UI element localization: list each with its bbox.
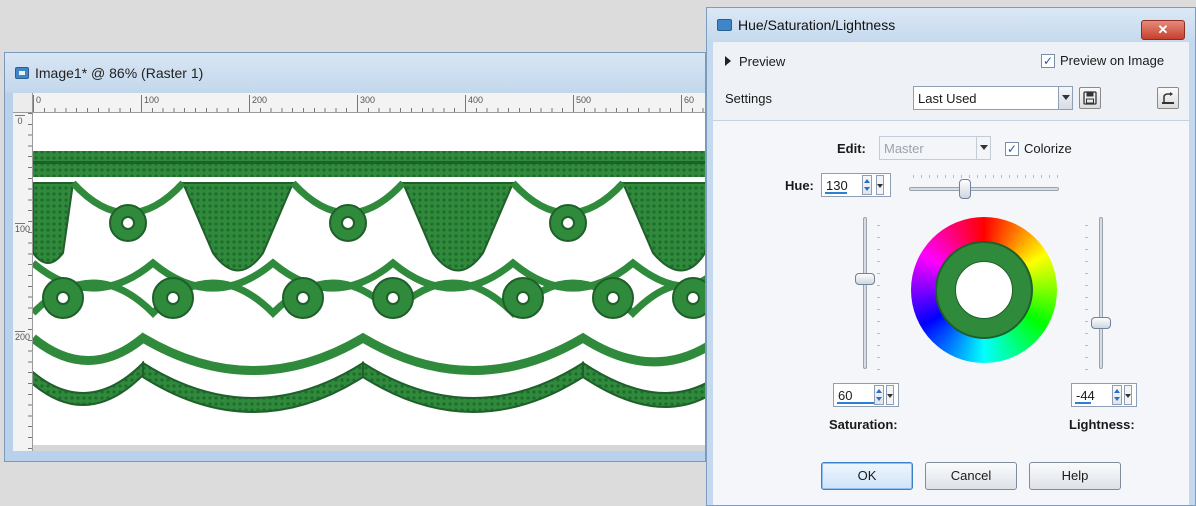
lightness-value[interactable]: -44 bbox=[1076, 388, 1095, 403]
ok-button[interactable]: OK bbox=[821, 462, 913, 490]
lightness-slider-ticks bbox=[1085, 225, 1088, 375]
ruler-h-label: 300 bbox=[357, 95, 375, 112]
value-underline bbox=[837, 402, 875, 404]
save-preset-button[interactable] bbox=[1079, 87, 1101, 109]
hue-saturation-lightness-dialog[interactable]: Hue/Saturation/Lightness ✕ Preview ✓ Pre… bbox=[706, 7, 1196, 506]
ruler-h-label: 0 bbox=[33, 95, 41, 112]
image-window-titlebar[interactable]: Image1* @ 86% (Raster 1) bbox=[5, 53, 705, 93]
image-window[interactable]: Image1* @ 86% (Raster 1) 0 100 200 300 4… bbox=[4, 52, 706, 462]
saturation-spinbox[interactable]: 60 bbox=[833, 383, 899, 407]
value-underline bbox=[825, 192, 847, 194]
ruler-h-label: 200 bbox=[249, 95, 267, 112]
lightness-label: Lightness: bbox=[1069, 417, 1135, 432]
saturation-slider-thumb[interactable] bbox=[855, 273, 875, 285]
ruler-v-label: 200 bbox=[15, 331, 31, 342]
edit-value: Master bbox=[884, 140, 924, 156]
settings-dropdown[interactable]: Last Used bbox=[913, 86, 1073, 110]
preview-on-image-checkbox[interactable]: ✓ Preview on Image bbox=[1041, 53, 1164, 68]
edit-label: Edit: bbox=[837, 141, 866, 156]
saturation-slider-ticks bbox=[877, 225, 880, 375]
reset-icon bbox=[1162, 92, 1174, 104]
hue-slider-track[interactable] bbox=[909, 187, 1059, 191]
color-wheel-selected-ring bbox=[935, 241, 1033, 339]
chevron-down-icon bbox=[976, 137, 990, 159]
preview-row: Preview ✓ Preview on Image bbox=[713, 42, 1189, 80]
image-window-bottom-bar bbox=[33, 445, 705, 451]
lightness-slider-track[interactable] bbox=[1099, 217, 1103, 369]
dialog-titlebar[interactable]: Hue/Saturation/Lightness bbox=[707, 8, 1195, 42]
help-button[interactable]: Help bbox=[1029, 462, 1121, 490]
vertical-ruler: 0 100 200 bbox=[13, 113, 33, 451]
edit-dropdown[interactable]: Master bbox=[879, 136, 991, 160]
image-canvas[interactable] bbox=[33, 113, 705, 445]
color-wheel-center bbox=[955, 261, 1013, 319]
settings-label: Settings bbox=[725, 90, 772, 106]
horizontal-ruler: 0 100 200 300 400 500 60 bbox=[33, 93, 705, 113]
colorize-label: Colorize bbox=[1024, 141, 1072, 156]
preview-label: Preview bbox=[739, 53, 786, 69]
preview-on-image-label: Preview on Image bbox=[1060, 53, 1165, 68]
checkbox-checked-icon: ✓ bbox=[1005, 141, 1019, 156]
ruler-v-label: 0 bbox=[15, 115, 25, 126]
hue-slider-thumb[interactable] bbox=[959, 179, 971, 199]
hue-label: Hue: bbox=[785, 178, 814, 193]
value-underline bbox=[1075, 402, 1091, 404]
saturation-label: Saturation: bbox=[829, 417, 898, 432]
hue-stepper[interactable] bbox=[862, 175, 872, 195]
saturation-stepper[interactable] bbox=[874, 385, 884, 405]
camera-icon bbox=[717, 19, 732, 31]
colorize-checkbox[interactable]: ✓ Colorize bbox=[1005, 141, 1072, 156]
ruler-h-label: 60 bbox=[681, 95, 694, 112]
ruler-h-label: 100 bbox=[141, 95, 159, 112]
hue-value[interactable]: 130 bbox=[826, 178, 848, 193]
ruler-h-label: 400 bbox=[465, 95, 483, 112]
lightness-stepper[interactable] bbox=[1112, 385, 1122, 405]
reset-button[interactable] bbox=[1157, 87, 1179, 109]
saturation-slider-track[interactable] bbox=[863, 217, 867, 369]
image-window-title: Image1* @ 86% (Raster 1) bbox=[35, 65, 204, 81]
lightness-spinbox[interactable]: -44 bbox=[1071, 383, 1137, 407]
hue-dropdown[interactable] bbox=[876, 175, 884, 195]
ruler-corner bbox=[13, 93, 33, 113]
expand-triangle-icon bbox=[725, 56, 731, 66]
hue-slider-ticks bbox=[913, 175, 1059, 178]
saturation-value[interactable]: 60 bbox=[838, 388, 852, 403]
checkbox-checked-icon: ✓ bbox=[1041, 53, 1055, 68]
lightness-dropdown[interactable] bbox=[1124, 385, 1132, 405]
close-button[interactable]: ✕ bbox=[1141, 20, 1185, 40]
preview-expander[interactable]: Preview bbox=[725, 54, 785, 69]
floppy-disk-icon bbox=[1083, 91, 1097, 105]
settings-row: Settings Last Used bbox=[713, 80, 1189, 116]
hue-spinbox[interactable]: 130 bbox=[821, 173, 891, 197]
lace-image bbox=[33, 151, 705, 413]
ruler-v-label: 100 bbox=[15, 223, 31, 234]
dialog-body: Preview ✓ Preview on Image Settings Last… bbox=[713, 42, 1189, 505]
settings-value: Last Used bbox=[918, 90, 977, 106]
color-wheel[interactable] bbox=[911, 217, 1057, 363]
ruler-h-label: 500 bbox=[573, 95, 591, 112]
saturation-dropdown[interactable] bbox=[886, 385, 894, 405]
dialog-title: Hue/Saturation/Lightness bbox=[738, 17, 896, 33]
cancel-button[interactable]: Cancel bbox=[925, 462, 1017, 490]
lightness-slider-thumb[interactable] bbox=[1091, 317, 1111, 329]
chevron-down-icon bbox=[1058, 87, 1072, 109]
adjustment-panel: Edit: Master ✓ Colorize Hue: 130 60 Satu… bbox=[713, 120, 1189, 505]
image-document-icon bbox=[15, 67, 29, 79]
